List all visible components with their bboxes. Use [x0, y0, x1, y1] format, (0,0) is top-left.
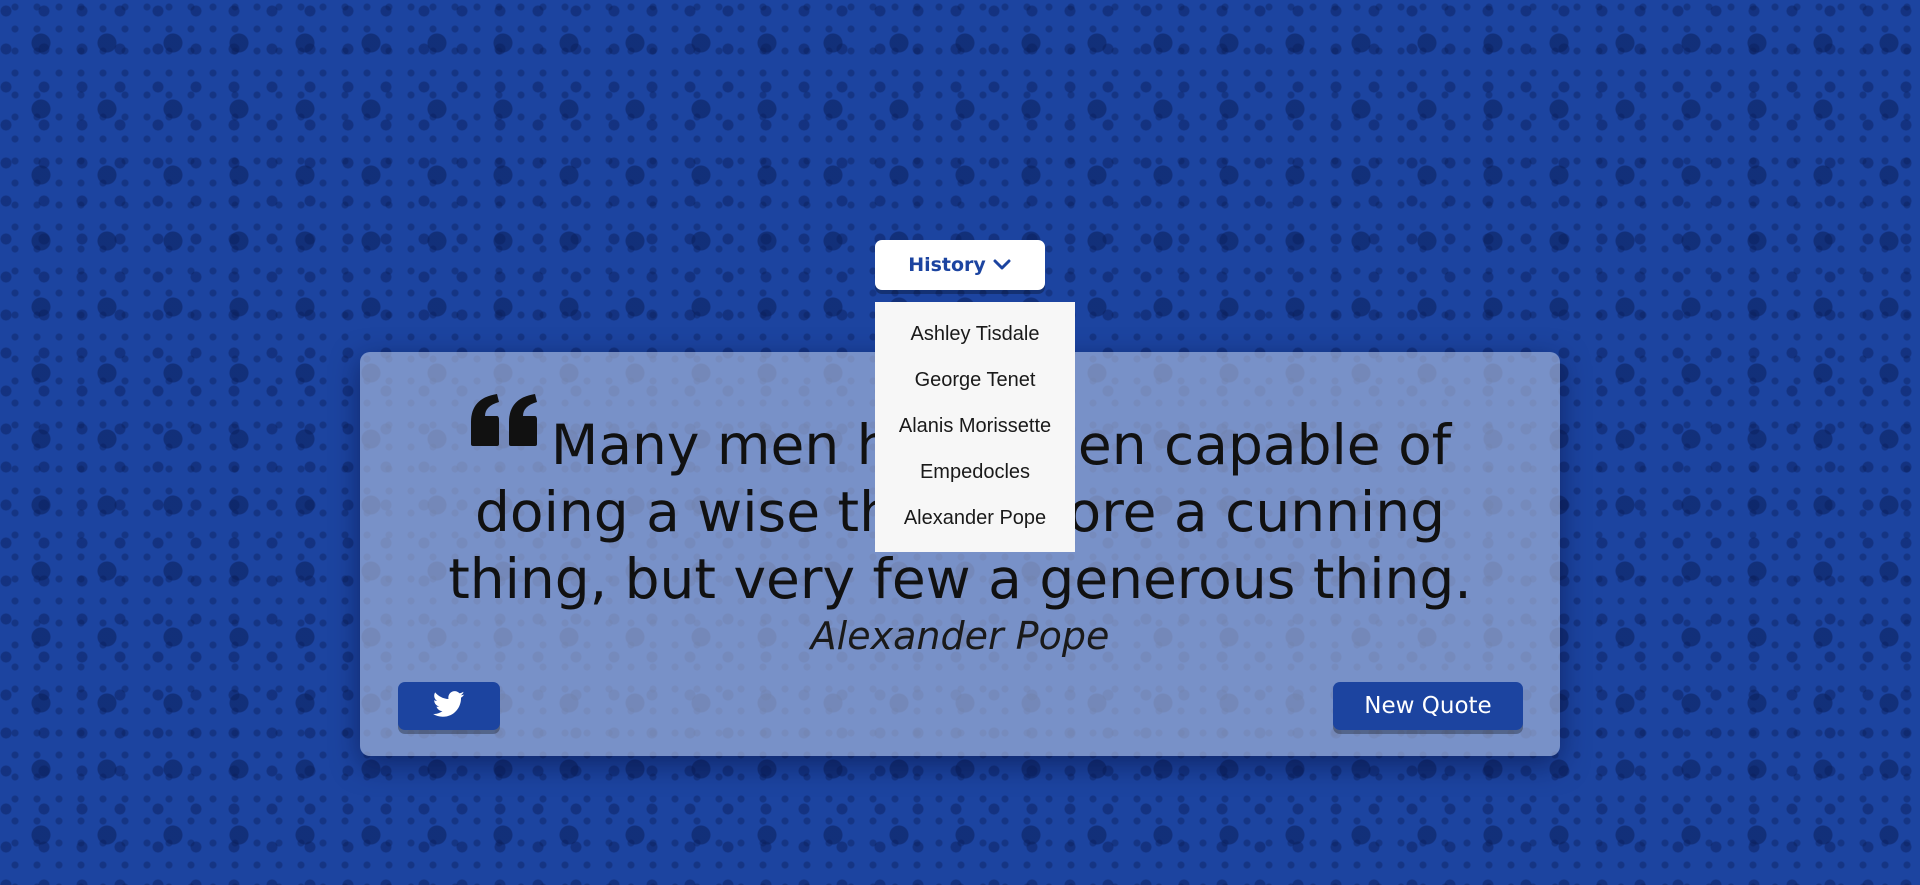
history-button-label: History — [908, 254, 986, 276]
quote-left-icon — [469, 392, 541, 448]
twitter-icon — [432, 690, 465, 722]
tweet-button[interactable] — [398, 682, 500, 730]
history-item[interactable]: Alexander Pope — [875, 498, 1075, 538]
new-quote-button[interactable]: New Quote — [1333, 682, 1523, 730]
history-item[interactable]: Ashley Tisdale — [875, 314, 1075, 354]
quote-author: Alexander Pope — [810, 614, 1110, 658]
chevron-down-icon — [992, 258, 1012, 272]
history-button[interactable]: History — [875, 240, 1045, 290]
history-dropdown: Ashley Tisdale George Tenet Alanis Moris… — [875, 302, 1075, 552]
history-item[interactable]: Alanis Morissette — [875, 406, 1075, 446]
history-item[interactable]: George Tenet — [875, 360, 1075, 400]
history-item[interactable]: Empedocles — [875, 452, 1075, 492]
